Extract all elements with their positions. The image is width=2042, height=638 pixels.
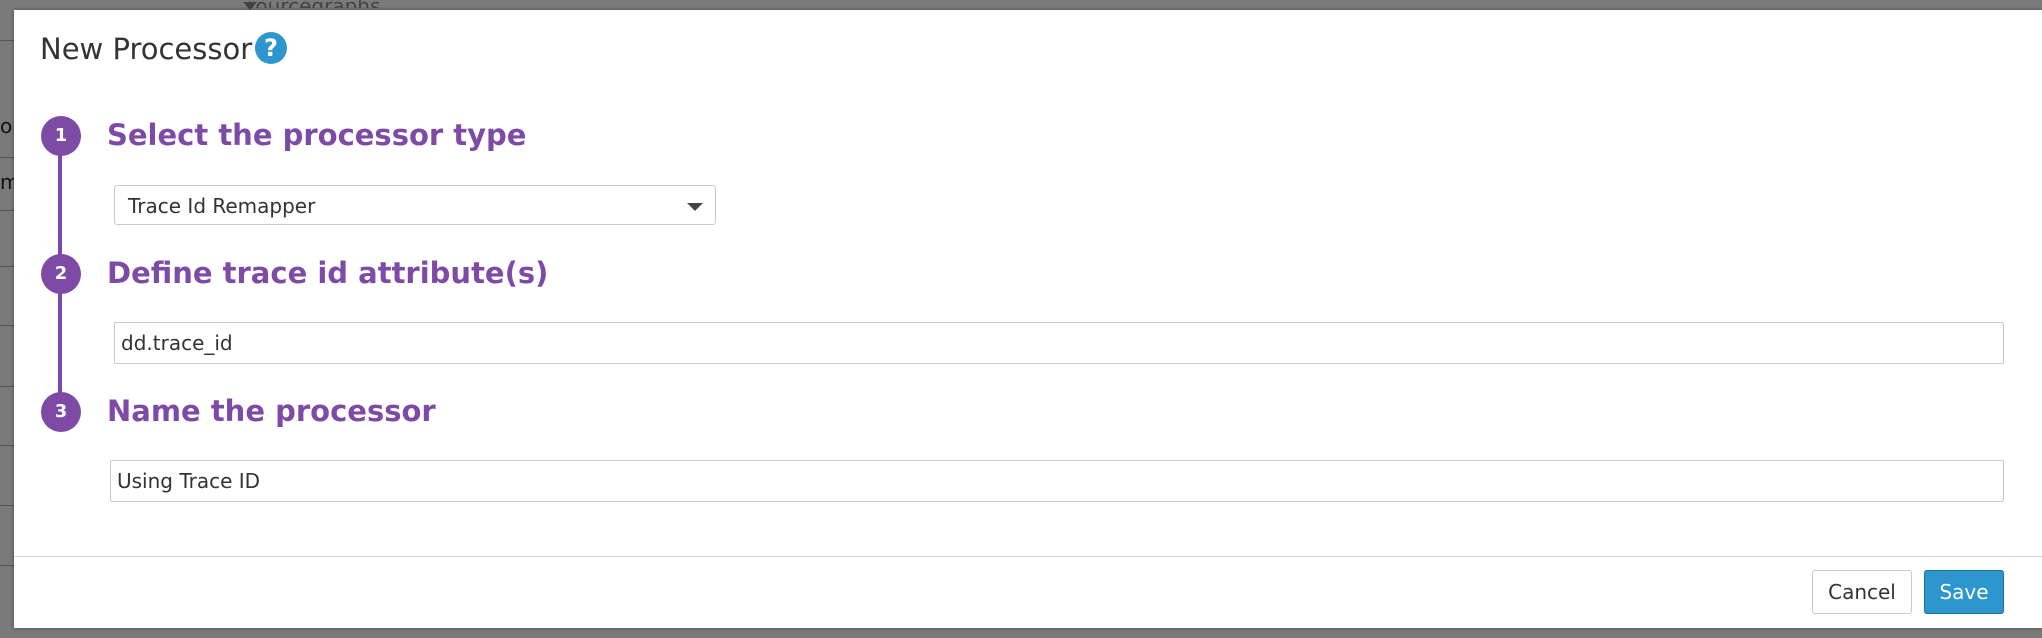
step-1-title: Select the processor type	[107, 118, 527, 152]
step-2-circle: 2	[41, 254, 81, 294]
question-mark-icon[interactable]: ?	[255, 32, 287, 64]
background-text: sourcegraphs	[245, 0, 380, 8]
background-fragment: ma	[0, 170, 14, 194]
processor-type-selected-value: Trace Id Remapper	[128, 194, 316, 218]
step-3-title: Name the processor	[107, 394, 436, 428]
chevron-down-icon	[687, 203, 703, 211]
save-button[interactable]: Save	[1924, 570, 2004, 614]
step-1-circle: 1	[41, 116, 81, 156]
step-3-circle: 3	[41, 392, 81, 432]
background-divider	[0, 386, 14, 387]
background-divider	[0, 445, 14, 446]
processor-type-select[interactable]: Trace Id Remapper	[114, 185, 716, 225]
modal-title: New Processor	[40, 32, 253, 66]
background-divider	[0, 157, 14, 158]
step-2-title: Define trace id attribute(s)	[107, 256, 549, 290]
background-fragment: on	[0, 114, 14, 138]
new-processor-modal: New Processor ? 1 Select the processor t…	[14, 10, 2042, 628]
background-divider	[0, 266, 14, 267]
trace-id-attribute-input[interactable]	[114, 322, 2004, 364]
footer-divider	[14, 556, 2042, 557]
background-divider	[0, 40, 14, 41]
cancel-button[interactable]: Cancel	[1812, 570, 1912, 614]
background-divider	[0, 565, 14, 566]
background-divider	[0, 505, 14, 506]
processor-name-input[interactable]	[110, 460, 2004, 502]
background-divider	[0, 210, 14, 211]
background-divider	[0, 325, 14, 326]
